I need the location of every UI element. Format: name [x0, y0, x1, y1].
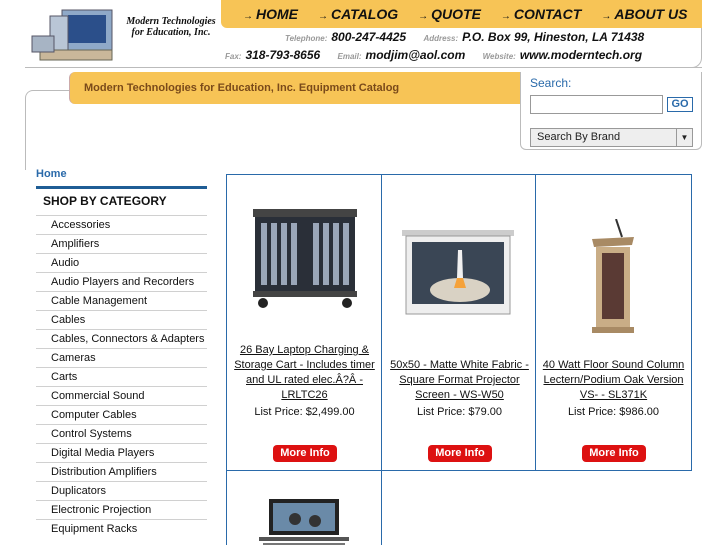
product-image-cart[interactable]: [245, 203, 365, 311]
category-item[interactable]: Amplifiers: [36, 234, 207, 253]
category-item[interactable]: Audio Players and Recorders: [36, 272, 207, 291]
product-price: List Price: $2,499.00: [254, 406, 355, 418]
email-link[interactable]: modjim@aol.com: [366, 48, 466, 62]
email-label: Email:: [337, 52, 362, 61]
more-info-button[interactable]: More Info: [273, 445, 337, 462]
website-link[interactable]: www.moderntech.org: [520, 48, 642, 62]
product-name-link[interactable]: 50x50 - Matte White Fabric - Square Form…: [386, 358, 533, 403]
category-item[interactable]: Duplicators: [36, 481, 207, 500]
address-label: Address:: [423, 34, 459, 43]
arrow-right-icon: →: [318, 11, 328, 22]
chevron-down-icon: ▼: [676, 129, 692, 146]
product-image-monitor-cart[interactable]: [255, 497, 353, 545]
category-item[interactable]: Accessories: [36, 215, 207, 234]
category-item[interactable]: Cameras: [36, 348, 207, 367]
search-go-button[interactable]: GO: [667, 97, 693, 112]
brand-select-value: Search By Brand: [537, 131, 621, 143]
nav-catalog[interactable]: → CATALOG: [318, 6, 398, 22]
search-panel: Search: GO Search By Brand ▼: [520, 72, 702, 150]
company-logo[interactable]: Modern Technologies for Education, Inc.: [25, 0, 221, 66]
product-name-link[interactable]: 26 Bay Laptop Charging & Storage Cart - …: [231, 343, 378, 403]
nav-home[interactable]: → HOME: [243, 6, 298, 22]
product-name-link[interactable]: 40 Watt Floor Sound Column Lectern/Podiu…: [540, 358, 687, 403]
category-item[interactable]: Carts: [36, 367, 207, 386]
product-image-screen[interactable]: [402, 230, 514, 316]
header-divider: [25, 66, 702, 68]
brand-select[interactable]: Search By Brand ▼: [530, 128, 693, 147]
arrow-right-icon: →: [500, 11, 511, 22]
category-item[interactable]: Control Systems: [36, 424, 207, 443]
category-item[interactable]: Cables: [36, 310, 207, 329]
website-label: Website:: [482, 52, 516, 61]
category-item[interactable]: Audio: [36, 253, 207, 272]
category-item[interactable]: Equipment Racks: [36, 519, 207, 538]
content-outline: [25, 90, 33, 170]
category-heading: SHOP BY CATEGORY: [43, 194, 167, 208]
product-grid: 26 Bay Laptop Charging & Storage Cart - …: [226, 174, 692, 545]
fax-label: Fax:: [225, 52, 242, 61]
category-item[interactable]: Digital Media Players: [36, 443, 207, 462]
category-item[interactable]: Computer Cables: [36, 405, 207, 424]
category-list: Accessories Amplifiers Audio Audio Playe…: [36, 215, 207, 538]
catalog-title: Modern Technologies for Education, Inc. …: [69, 72, 521, 104]
arrow-right-icon: →: [601, 11, 612, 22]
more-info-button[interactable]: More Info: [582, 445, 646, 462]
category-item[interactable]: Cables, Connectors & Adapters: [36, 329, 207, 348]
product-image-lectern[interactable]: [586, 219, 640, 335]
more-info-button[interactable]: More Info: [428, 445, 492, 462]
contact-info-row-1: Telephone: 800-247-4425 Address: P.O. Box …: [285, 30, 658, 44]
category-item[interactable]: Distribution Amplifiers: [36, 462, 207, 481]
content-outline-top: [33, 90, 69, 91]
telephone-value: 800-247-4425: [331, 30, 407, 44]
product-card: 26 Bay Laptop Charging & Storage Cart - …: [226, 174, 382, 471]
address-value: P.O. Box 99, Hineston, LA 71438: [462, 30, 645, 44]
telephone-label: Telephone:: [285, 34, 328, 43]
category-item[interactable]: Cable Management: [36, 291, 207, 310]
arrow-right-icon: →: [243, 11, 253, 22]
category-item[interactable]: Electronic Projection: [36, 500, 207, 519]
product-card: [226, 470, 382, 545]
product-price: List Price: $986.00: [567, 406, 660, 418]
product-price: List Price: $79.00: [417, 406, 502, 418]
site-header: Modern Technologies for Education, Inc. …: [25, 0, 702, 68]
contact-info-row-2: Fax: 318-793-8656 Email: modjim@aol.com We…: [225, 48, 656, 62]
product-card: 40 Watt Floor Sound Column Lectern/Podiu…: [535, 174, 692, 471]
computer-monitor-icon: [31, 9, 113, 61]
product-card: 50x50 - Matte White Fabric - Square Form…: [381, 174, 536, 471]
category-item[interactable]: Commercial Sound: [36, 386, 207, 405]
search-label: Search:: [530, 76, 572, 90]
category-divider: [36, 186, 207, 189]
breadcrumb-home[interactable]: Home: [36, 168, 67, 180]
arrow-right-icon: →: [418, 11, 429, 22]
fax-value: 318-793-8656: [245, 48, 321, 62]
nav-contact[interactable]: → CONTACT: [501, 6, 581, 22]
company-name: Modern Technologies for Education, Inc.: [126, 16, 216, 38]
header-corner: [685, 28, 702, 68]
nav-quote[interactable]: → QUOTE: [418, 6, 481, 22]
search-input[interactable]: [530, 95, 663, 114]
nav-about-us[interactable]: → ABOUT US: [601, 6, 687, 22]
main-nav: → HOME → CATALOG → QUOTE → CONTACT → ABOUT US: [221, 0, 702, 28]
